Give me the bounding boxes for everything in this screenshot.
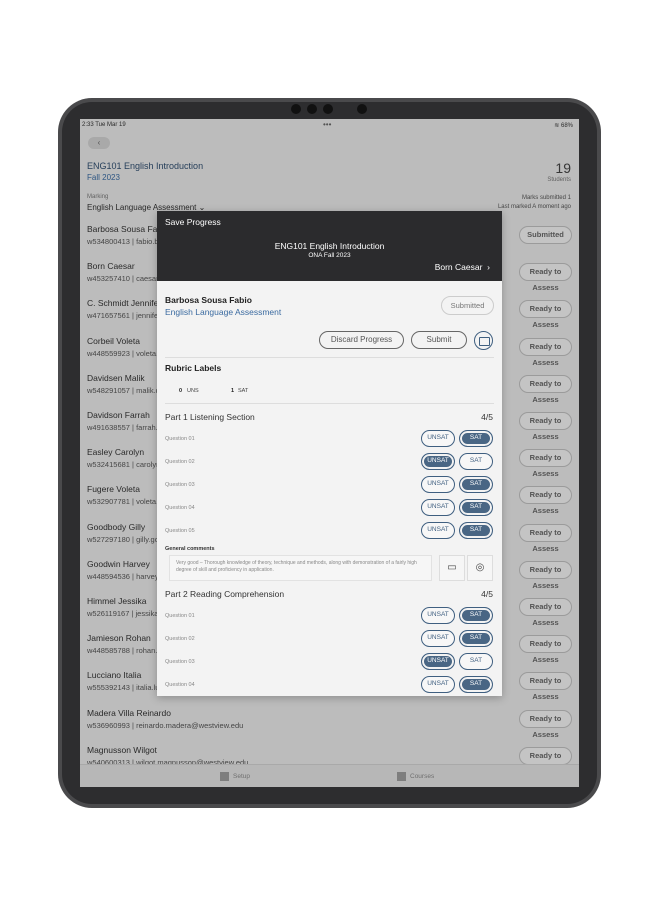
sat-option[interactable]: SAT bbox=[459, 499, 493, 516]
camera-dot bbox=[307, 104, 317, 114]
modal-header: Save Progress ENG101 English Introductio… bbox=[157, 211, 502, 281]
sat-option[interactable]: SAT bbox=[459, 607, 493, 624]
modal-assessment-link[interactable]: English Language Assessment bbox=[165, 307, 281, 317]
camera-dot bbox=[357, 104, 367, 114]
sat-option[interactable]: SAT bbox=[459, 476, 493, 493]
camera-dot bbox=[323, 104, 333, 114]
question-row: Question 01 UNSAT SAT bbox=[157, 607, 502, 627]
question-label: Question 04 bbox=[165, 682, 195, 688]
legend-num: 1 bbox=[231, 388, 235, 394]
chevron-right-icon: › bbox=[484, 262, 490, 272]
question-row: Question 04 UNSAT SAT bbox=[157, 676, 502, 696]
unsat-option[interactable]: UNSAT bbox=[421, 476, 455, 493]
sat-option[interactable]: SAT bbox=[459, 676, 493, 693]
part1-score: 4/5 bbox=[481, 412, 493, 422]
modal-student-name: Barbosa Sousa Fabio bbox=[165, 295, 252, 305]
sat-option[interactable]: SAT bbox=[459, 630, 493, 647]
question-row: Question 03 UNSAT SAT bbox=[157, 476, 502, 496]
divider bbox=[165, 403, 494, 404]
question-row: Question 03 UNSAT SAT bbox=[157, 653, 502, 673]
unsat-option[interactable]: UNSAT bbox=[421, 430, 455, 447]
question-label: Question 03 bbox=[165, 659, 195, 665]
question-label: Question 02 bbox=[165, 636, 195, 642]
question-row: Question 04 UNSAT SAT bbox=[157, 499, 502, 519]
next-student-button[interactable]: Born Caesar › bbox=[435, 262, 490, 272]
camera-icon[interactable]: ◎ bbox=[467, 555, 493, 581]
unsat-option[interactable]: UNSAT bbox=[421, 607, 455, 624]
comment-icon[interactable]: ▭ bbox=[439, 555, 465, 581]
question-label: Question 02 bbox=[165, 459, 195, 465]
legend-num: 0 bbox=[179, 388, 183, 394]
sat-option[interactable]: SAT bbox=[459, 430, 493, 447]
question-label: Question 05 bbox=[165, 528, 195, 534]
sat-option[interactable]: SAT bbox=[459, 653, 493, 670]
question-label: Question 04 bbox=[165, 505, 195, 511]
question-label: Question 03 bbox=[165, 482, 195, 488]
camera-dot bbox=[291, 104, 301, 114]
part2-title: Part 2 Reading Comprehension bbox=[165, 589, 285, 599]
part2-score: 4/5 bbox=[481, 589, 493, 599]
unsat-option[interactable]: UNSAT bbox=[421, 499, 455, 516]
rubric-labels-title: Rubric Labels bbox=[165, 363, 222, 373]
general-comments-label: General comments bbox=[165, 546, 215, 552]
unsat-option[interactable]: UNSAT bbox=[421, 676, 455, 693]
divider bbox=[165, 357, 494, 358]
question-row: Question 02 UNSAT SAT bbox=[157, 630, 502, 650]
unsat-option[interactable]: UNSAT bbox=[421, 630, 455, 647]
next-student-label: Born Caesar bbox=[434, 262, 483, 272]
question-label: Question 01 bbox=[165, 613, 195, 619]
card-icon[interactable] bbox=[474, 331, 493, 350]
part1-title: Part 1 Listening Section bbox=[165, 412, 255, 422]
save-progress-modal: Save Progress ENG101 English Introductio… bbox=[157, 211, 502, 696]
question-row: Question 05 UNSAT SAT bbox=[157, 522, 502, 542]
discard-progress-button[interactable]: Discard Progress bbox=[319, 331, 404, 349]
status-badge: Submitted bbox=[441, 296, 494, 315]
general-comments-text[interactable]: Very good – Thorough knowledge of theory… bbox=[169, 555, 432, 581]
unsat-option[interactable]: UNSAT bbox=[421, 453, 455, 470]
sat-option[interactable]: SAT bbox=[459, 453, 493, 470]
unsat-option[interactable]: UNSAT bbox=[421, 522, 455, 539]
question-row: Question 01 UNSAT SAT bbox=[157, 430, 502, 450]
legend-label: UNS bbox=[187, 388, 199, 394]
question-label: Question 01 bbox=[165, 436, 195, 442]
legend-label: SAT bbox=[238, 388, 249, 394]
modal-term: ONA Fall 2023 bbox=[308, 252, 351, 259]
modal-course: ENG101 English Introduction bbox=[274, 241, 385, 251]
modal-title: Save Progress bbox=[165, 217, 221, 227]
submit-button[interactable]: Submit bbox=[411, 331, 467, 349]
question-row: Question 02 UNSAT SAT bbox=[157, 453, 502, 473]
unsat-option[interactable]: UNSAT bbox=[421, 653, 455, 670]
sat-option[interactable]: SAT bbox=[459, 522, 493, 539]
